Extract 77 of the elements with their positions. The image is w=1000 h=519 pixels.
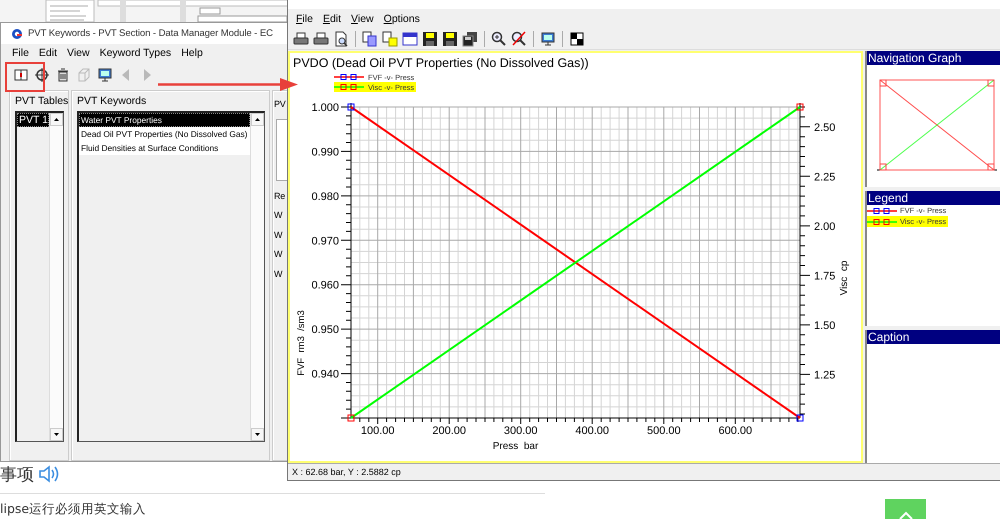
tick-label: 0.950 <box>311 324 339 336</box>
tick-label: 600.00 <box>718 425 752 437</box>
group-label: PV <box>274 98 287 111</box>
data-point-marker <box>796 414 804 422</box>
printer-icon[interactable] <box>293 30 309 46</box>
tick-label: 1.50 <box>814 320 836 332</box>
field-label: W <box>274 248 284 261</box>
tick-label: 0.990 <box>311 146 339 158</box>
tick-label: 1.000 <box>311 102 339 114</box>
status-bar: X : 62.68 bar, Y : 2.5882 cp <box>288 463 1000 480</box>
highlight-frame <box>5 62 45 92</box>
axis-title: FVF rm3 /sm3 <box>296 310 307 376</box>
monitor-icon[interactable] <box>97 67 113 83</box>
tick-label: 100.00 <box>360 425 395 437</box>
printer-icon[interactable] <box>313 30 329 46</box>
tick-label: 1.25 <box>814 369 836 382</box>
tick-label: 2.25 <box>814 171 836 184</box>
scroll-up-button[interactable] <box>251 113 264 126</box>
chart-title: PVDO (Dead Oil PVT Properties (No Dissolved Gas)) <box>292 55 590 72</box>
axis-title: Press bar <box>492 441 538 452</box>
scroll-up-button[interactable] <box>50 113 63 126</box>
field-label: W <box>274 228 284 242</box>
panel-header: Legend <box>867 191 1000 205</box>
monitor-icon[interactable] <box>540 30 556 46</box>
tick-label: 300.00 <box>504 425 538 437</box>
panel-header: Navigation Graph <box>867 51 1000 65</box>
speaker-icon[interactable] <box>38 465 60 483</box>
tick-label: 0.980 <box>311 190 339 203</box>
panel-header: Caption <box>867 330 1000 344</box>
tick-label: 0.970 <box>311 235 339 248</box>
field-label: Re <box>274 190 286 202</box>
data-point-marker <box>796 104 804 110</box>
list-item[interactable]: PVT 1 <box>17 113 49 127</box>
scroll-down-button[interactable] <box>50 428 63 441</box>
app-logo-icon <box>11 28 23 40</box>
tick-label: 0.960 <box>311 280 339 292</box>
data-point-marker <box>348 414 354 422</box>
tick-label: 400.00 <box>575 425 610 437</box>
copy-icon[interactable] <box>362 30 378 46</box>
menu-item[interactable]: File <box>7 47 34 59</box>
list-item[interactable]: Dead Oil PVT Properties (No Dissolved Gas) <box>79 127 250 141</box>
chevron-up-icon <box>898 511 914 519</box>
window-icon[interactable] <box>402 30 418 46</box>
menu-item[interactable]: View <box>62 47 95 59</box>
field-label: W <box>274 268 284 280</box>
disks-icon[interactable] <box>462 30 478 46</box>
scroll-down-button[interactable] <box>251 428 264 441</box>
field-label: W <box>274 209 284 222</box>
trash-icon[interactable] <box>55 67 71 83</box>
tick-label: 1.75 <box>814 270 836 282</box>
checker-icon[interactable] <box>569 30 585 46</box>
list-item[interactable]: Fluid Densities at Surface Conditions <box>79 141 250 155</box>
tick-label: 200.00 <box>432 425 466 437</box>
list-item[interactable]: Water PVT Properties <box>79 113 250 127</box>
menu-item[interactable]: File <box>291 12 318 24</box>
tick-label: 500.00 <box>646 425 681 437</box>
tick-label: 2.00 <box>814 220 836 233</box>
book-icon[interactable] <box>13 67 29 83</box>
section-heading: 事项 <box>0 464 34 486</box>
tick-label: 0.940 <box>311 368 339 381</box>
window-title: PVT Keywords - PVT Section - Data Manager Module - EC <box>28 28 273 39</box>
data-point-marker <box>348 104 354 110</box>
magnifier-cross-icon[interactable] <box>511 30 527 46</box>
note-text: lipse运行必须用英文输入 <box>0 501 146 518</box>
menu-item[interactable]: View <box>346 12 379 24</box>
menu-item[interactable]: Help <box>176 47 208 59</box>
tick-label: 2.50 <box>814 122 836 134</box>
menu-item[interactable]: Keyword Types <box>94 47 176 59</box>
menu-item[interactable]: Edit <box>318 12 346 24</box>
crosshair-icon[interactable] <box>34 67 50 83</box>
zoom-in-icon[interactable] <box>491 30 507 46</box>
menu-item[interactable]: Edit <box>34 47 62 59</box>
axis-title: Visc cp <box>839 260 850 296</box>
print-preview-icon[interactable] <box>333 30 349 46</box>
paste-icon[interactable] <box>382 30 398 46</box>
menu-item[interactable]: Options <box>378 12 425 24</box>
group-label: PVT Keywords <box>77 95 148 107</box>
